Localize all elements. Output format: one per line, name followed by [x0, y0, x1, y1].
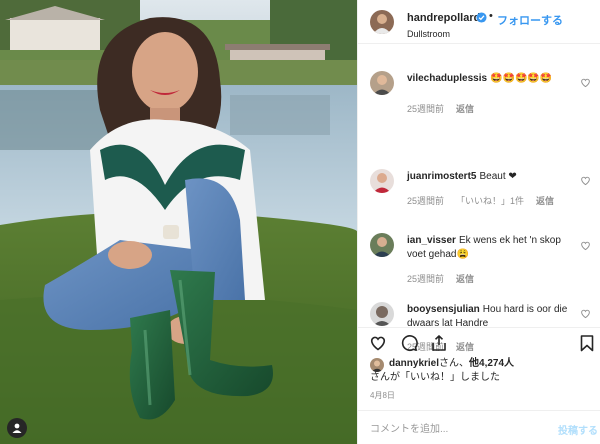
comment-message: 🤩🤩🤩🤩🤩: [490, 73, 553, 84]
comment-like-icon[interactable]: [580, 240, 591, 251]
comment-message: Beaut ❤: [479, 171, 517, 182]
liker-avatar[interactable]: [370, 358, 384, 372]
comment-time[interactable]: 25週間前: [407, 274, 444, 284]
heart-icon[interactable]: [369, 334, 387, 352]
commenter-username[interactable]: vilechaduplessis: [407, 73, 487, 84]
reply-button[interactable]: 返信: [456, 104, 474, 114]
comment-input[interactable]: [370, 422, 540, 436]
post-photo: [0, 0, 357, 444]
post-sidebar: handrepollard • フォローする Dullstroom vilech…: [357, 0, 600, 444]
comment-meta: 25週間前 返信: [407, 272, 486, 285]
liker-username[interactable]: dannykriel: [389, 358, 439, 369]
header-separator: •: [489, 10, 493, 22]
follow-button[interactable]: フォローする: [497, 12, 563, 28]
reply-button[interactable]: 返信: [536, 196, 554, 206]
post-image: [0, 0, 357, 444]
comment-like-count[interactable]: 「いいね！」1件: [456, 196, 524, 206]
likes-joiner: さん、: [439, 358, 470, 369]
author-username[interactable]: handrepollard: [407, 12, 480, 24]
likes-line-1: dannykrielさん、他4,274人: [389, 357, 514, 371]
post-comment-button[interactable]: 投稿する: [558, 422, 598, 437]
commenter-avatar[interactable]: [370, 71, 394, 95]
add-comment-bar: 投稿する: [358, 410, 600, 444]
comment-text: juanrimostert5 Beaut ❤: [407, 170, 575, 184]
tagged-user-icon[interactable]: [7, 418, 27, 438]
author-avatar[interactable]: [370, 10, 394, 34]
likes-line-2: さんが「いいね！」しました: [370, 372, 500, 383]
instagram-post-view: handrepollard • フォローする Dullstroom vilech…: [0, 0, 600, 444]
reply-button[interactable]: 返信: [456, 274, 474, 284]
commenter-avatar[interactable]: [370, 169, 394, 193]
comment-like-icon[interactable]: [580, 308, 591, 319]
comment-time[interactable]: 25週間前: [407, 104, 444, 114]
comment-list: vilechaduplessis 🤩🤩🤩🤩🤩 25週間前 返信 juanrimost…: [358, 44, 600, 352]
comment-text: vilechaduplessis 🤩🤩🤩🤩🤩: [407, 72, 575, 86]
comment-like-icon[interactable]: [580, 175, 591, 186]
post-header: handrepollard • フォローする Dullstroom: [358, 0, 600, 44]
post-action-bar: [358, 327, 600, 355]
commenter-username[interactable]: booysensjulian: [407, 304, 480, 315]
post-location[interactable]: Dullstroom: [407, 29, 450, 39]
comment-meta: 25週間前 「いいね！」1件 返信: [407, 194, 566, 207]
comment-like-icon[interactable]: [580, 77, 591, 88]
comment-time[interactable]: 25週間前: [407, 196, 444, 206]
verified-badge-icon: [476, 12, 487, 23]
comment-icon[interactable]: [400, 334, 418, 352]
commenter-avatar[interactable]: [370, 302, 394, 326]
comment-text: ian_visser Ek wens ek het 'n skop voet ge…: [407, 234, 575, 262]
commenter-username[interactable]: juanrimostert5: [407, 171, 476, 182]
commenter-username[interactable]: ian_visser: [407, 235, 456, 246]
bookmark-icon[interactable]: [578, 334, 596, 352]
commenter-avatar[interactable]: [370, 233, 394, 257]
share-icon[interactable]: [430, 334, 448, 352]
post-date[interactable]: 4月8日: [370, 390, 395, 401]
comment-meta: 25週間前 返信: [407, 102, 486, 115]
likes-others-count[interactable]: 他4,274人: [469, 358, 514, 369]
